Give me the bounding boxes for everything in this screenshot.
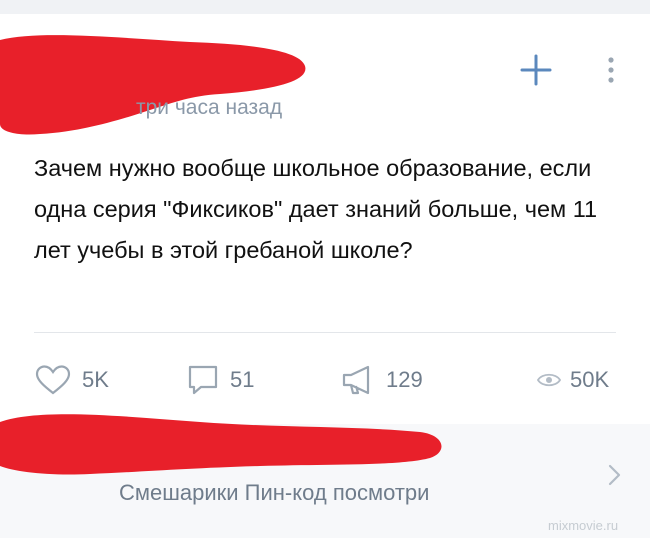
comment-count: 51 [230,367,255,392]
heart-icon [35,365,71,395]
megaphone-icon [342,365,370,395]
like-count: 5K [82,367,109,392]
post-text: Зачем нужно вообще школьное образование,… [34,155,598,263]
redaction-blot-repost [0,414,442,475]
redaction-blot-author [0,35,306,135]
plus-icon[interactable] [516,50,556,90]
vertical-dots-icon[interactable] [600,52,622,88]
watermark: mixmovie.ru [548,518,619,533]
eye-icon [536,373,562,387]
comment-bubble-icon [188,365,218,395]
post-timestamp: три часа назад [136,96,283,119]
repost-title[interactable]: Смешарики Пин-код посмотри [119,480,429,506]
views-counter: 50K [536,352,609,408]
repost-count: 129 [386,367,423,392]
divider [34,332,616,333]
chevron-right-icon[interactable] [604,462,624,488]
views-count: 50K [570,367,610,392]
